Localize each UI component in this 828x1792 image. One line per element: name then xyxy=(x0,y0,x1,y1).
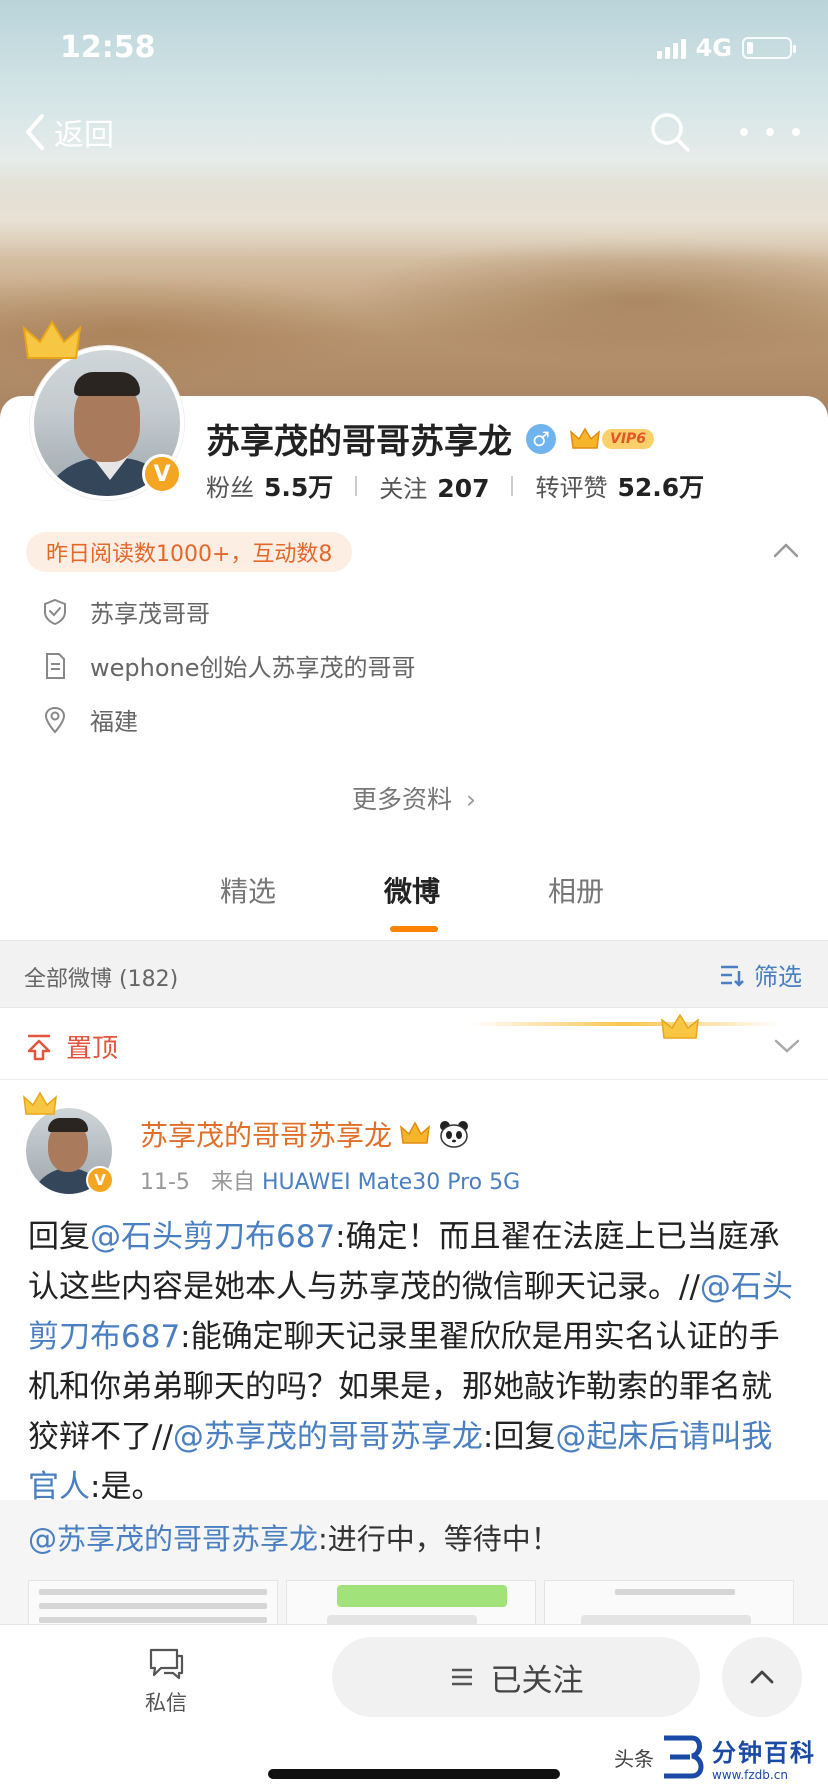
home-indicator[interactable] xyxy=(268,1769,560,1779)
pinned-text: 置顶 xyxy=(66,1034,119,1064)
post-avatar-container[interactable]: V xyxy=(23,1091,114,1194)
verified-badge-icon: V xyxy=(142,454,182,494)
stat-label: 关注 xyxy=(379,474,428,503)
watermark-text: 分钟百科 www.fzdb.cn xyxy=(712,1733,816,1782)
status-bar: 12:58 4G xyxy=(0,0,828,96)
post-content: 回复@石头剪刀布687:确定！而且翟在法庭上已当庭承认这些内容是她本人与苏享茂的… xyxy=(28,1212,802,1512)
tab-album[interactable]: 相册 xyxy=(548,870,604,910)
stat-following[interactable]: 关注 207 xyxy=(379,469,489,504)
cellular-signal-icon xyxy=(656,37,686,59)
battery-level xyxy=(747,42,753,54)
post-source[interactable]: HUAWEI Mate30 Pro 5G xyxy=(262,1170,520,1195)
vip-crown-icon xyxy=(570,427,600,449)
crown-icon xyxy=(661,1013,699,1039)
vip-level: VIP6 xyxy=(602,428,655,449)
watermark: 头条 分钟百科 www.fzdb.cn xyxy=(614,1732,816,1782)
quoted-text-segment: :进行中，等待中！ xyxy=(318,1522,560,1556)
divider xyxy=(355,476,358,496)
scroll-top-button[interactable] xyxy=(722,1637,802,1717)
top-nav: 返回 xyxy=(0,100,828,164)
post-source-prefix: 来自 xyxy=(210,1170,255,1195)
direct-message-button[interactable]: 私信 xyxy=(136,1645,196,1717)
crown-icon xyxy=(22,320,82,359)
following-button[interactable]: 已关注 xyxy=(332,1637,700,1717)
location-pin-icon xyxy=(44,706,66,733)
stat-value: 207 xyxy=(437,473,490,503)
menu-lines-icon xyxy=(451,1668,472,1686)
profile-name: 苏享茂的哥哥苏享龙 xyxy=(206,422,512,462)
profile-avatar-container[interactable]: V xyxy=(22,320,184,500)
mention-link[interactable]: @石头剪刀布687 xyxy=(90,1219,335,1255)
decorative-glow xyxy=(470,1022,780,1026)
stat-value: 52.6万 xyxy=(617,473,705,502)
pin-top-icon xyxy=(27,1034,51,1060)
filter-icon xyxy=(721,965,744,987)
chevron-right-icon: › xyxy=(466,785,476,814)
post-author-row: 苏享茂的哥哥苏享龙 xyxy=(140,1114,470,1154)
filter-button[interactable]: 筛选 xyxy=(718,957,802,992)
info-location: 福建 xyxy=(40,702,138,737)
info-bio: wephone创始人苏享茂的哥哥 xyxy=(40,648,416,683)
chevron-left-icon xyxy=(26,114,44,150)
stat-value: 5.5万 xyxy=(264,473,334,502)
stat-label: 转评赞 xyxy=(535,474,608,502)
battery-icon xyxy=(742,37,796,59)
quoted-text: @苏享茂的哥哥苏享龙:进行中，等待中！ xyxy=(28,1516,560,1558)
info-text: 福建 xyxy=(90,708,138,736)
gender-male-icon: ♂ xyxy=(526,423,556,454)
status-indicators: 4G xyxy=(656,34,796,62)
tab-featured[interactable]: 精选 xyxy=(220,870,276,910)
panda-icon xyxy=(440,1121,469,1148)
mention-link[interactable]: @苏享茂的哥哥苏享龙 xyxy=(173,1419,483,1455)
profile-stats: 粉丝 5.5万 关注 207 转评赞 52.6万 xyxy=(206,468,704,504)
info-text: wephone创始人苏享茂的哥哥 xyxy=(90,654,416,682)
post-meta: 11-5 来自 HUAWEI Mate30 Pro 5G xyxy=(140,1164,520,1196)
filter-label: 筛选 xyxy=(754,963,802,991)
divider xyxy=(511,476,514,496)
mention-link[interactable]: @苏享茂的哥哥苏享龙 xyxy=(28,1522,318,1556)
chevron-up-icon xyxy=(750,1670,774,1684)
watermark-url: www.fzdb.cn xyxy=(712,1767,788,1782)
vip-crown-icon xyxy=(400,1121,431,1144)
status-time: 12:58 xyxy=(60,30,156,65)
more-options-icon[interactable] xyxy=(740,114,800,150)
filter-bar: 全部微博 (182) 筛选 xyxy=(0,940,828,1008)
verified-badge-icon: V xyxy=(86,1166,114,1194)
direct-message-label: 私信 xyxy=(145,1691,187,1715)
stat-interactions[interactable]: 转评赞 52.6万 xyxy=(535,468,704,504)
shield-icon xyxy=(44,598,66,625)
pinned-header[interactable]: 置顶 xyxy=(0,1008,828,1080)
profile-name-row: 苏享茂的哥哥苏享龙 ♂ VIP6 xyxy=(206,414,655,463)
watermark-name: 分钟百科 xyxy=(712,1738,816,1767)
chevron-down-icon[interactable] xyxy=(774,1038,800,1054)
chevron-up-icon[interactable] xyxy=(772,540,800,560)
reading-stats-badge[interactable]: 昨日阅读数1000+，互动数8 xyxy=(26,532,353,572)
stat-followers[interactable]: 粉丝 5.5万 xyxy=(206,468,333,504)
watermark-logo-icon xyxy=(664,1735,704,1779)
crown-icon xyxy=(23,1091,57,1115)
active-tab-indicator xyxy=(390,926,438,932)
back-button[interactable]: 返回 xyxy=(22,110,114,154)
stat-label: 粉丝 xyxy=(206,474,254,502)
vip-badge[interactable]: VIP6 xyxy=(570,427,655,451)
info-verification: 苏享茂哥哥 xyxy=(40,594,210,629)
post-text-segment: 回复 xyxy=(28,1219,90,1255)
document-icon xyxy=(46,652,65,679)
more-info-label: 更多资料 xyxy=(351,785,452,814)
pinned-label: 置顶 xyxy=(24,1028,118,1065)
tab-weibo[interactable]: 微博 xyxy=(384,870,440,910)
post-date: 11-5 xyxy=(140,1170,190,1195)
all-posts-count[interactable]: 全部微博 (182) xyxy=(24,961,178,993)
search-icon[interactable] xyxy=(648,110,692,154)
back-label: 返回 xyxy=(54,118,114,153)
profile-tabs: 精选 微博 相册 xyxy=(0,870,828,940)
more-info-link[interactable]: 更多资料 › xyxy=(0,780,828,816)
chat-bubble-icon xyxy=(149,1648,184,1680)
info-text: 苏享茂哥哥 xyxy=(90,600,210,628)
watermark-prefix: 头条 xyxy=(614,1746,654,1771)
post-author-name[interactable]: 苏享茂的哥哥苏享龙 xyxy=(140,1114,392,1154)
post-text-segment: :回复 xyxy=(482,1419,556,1455)
following-label: 已关注 xyxy=(490,1662,584,1699)
network-type: 4G xyxy=(695,34,732,62)
